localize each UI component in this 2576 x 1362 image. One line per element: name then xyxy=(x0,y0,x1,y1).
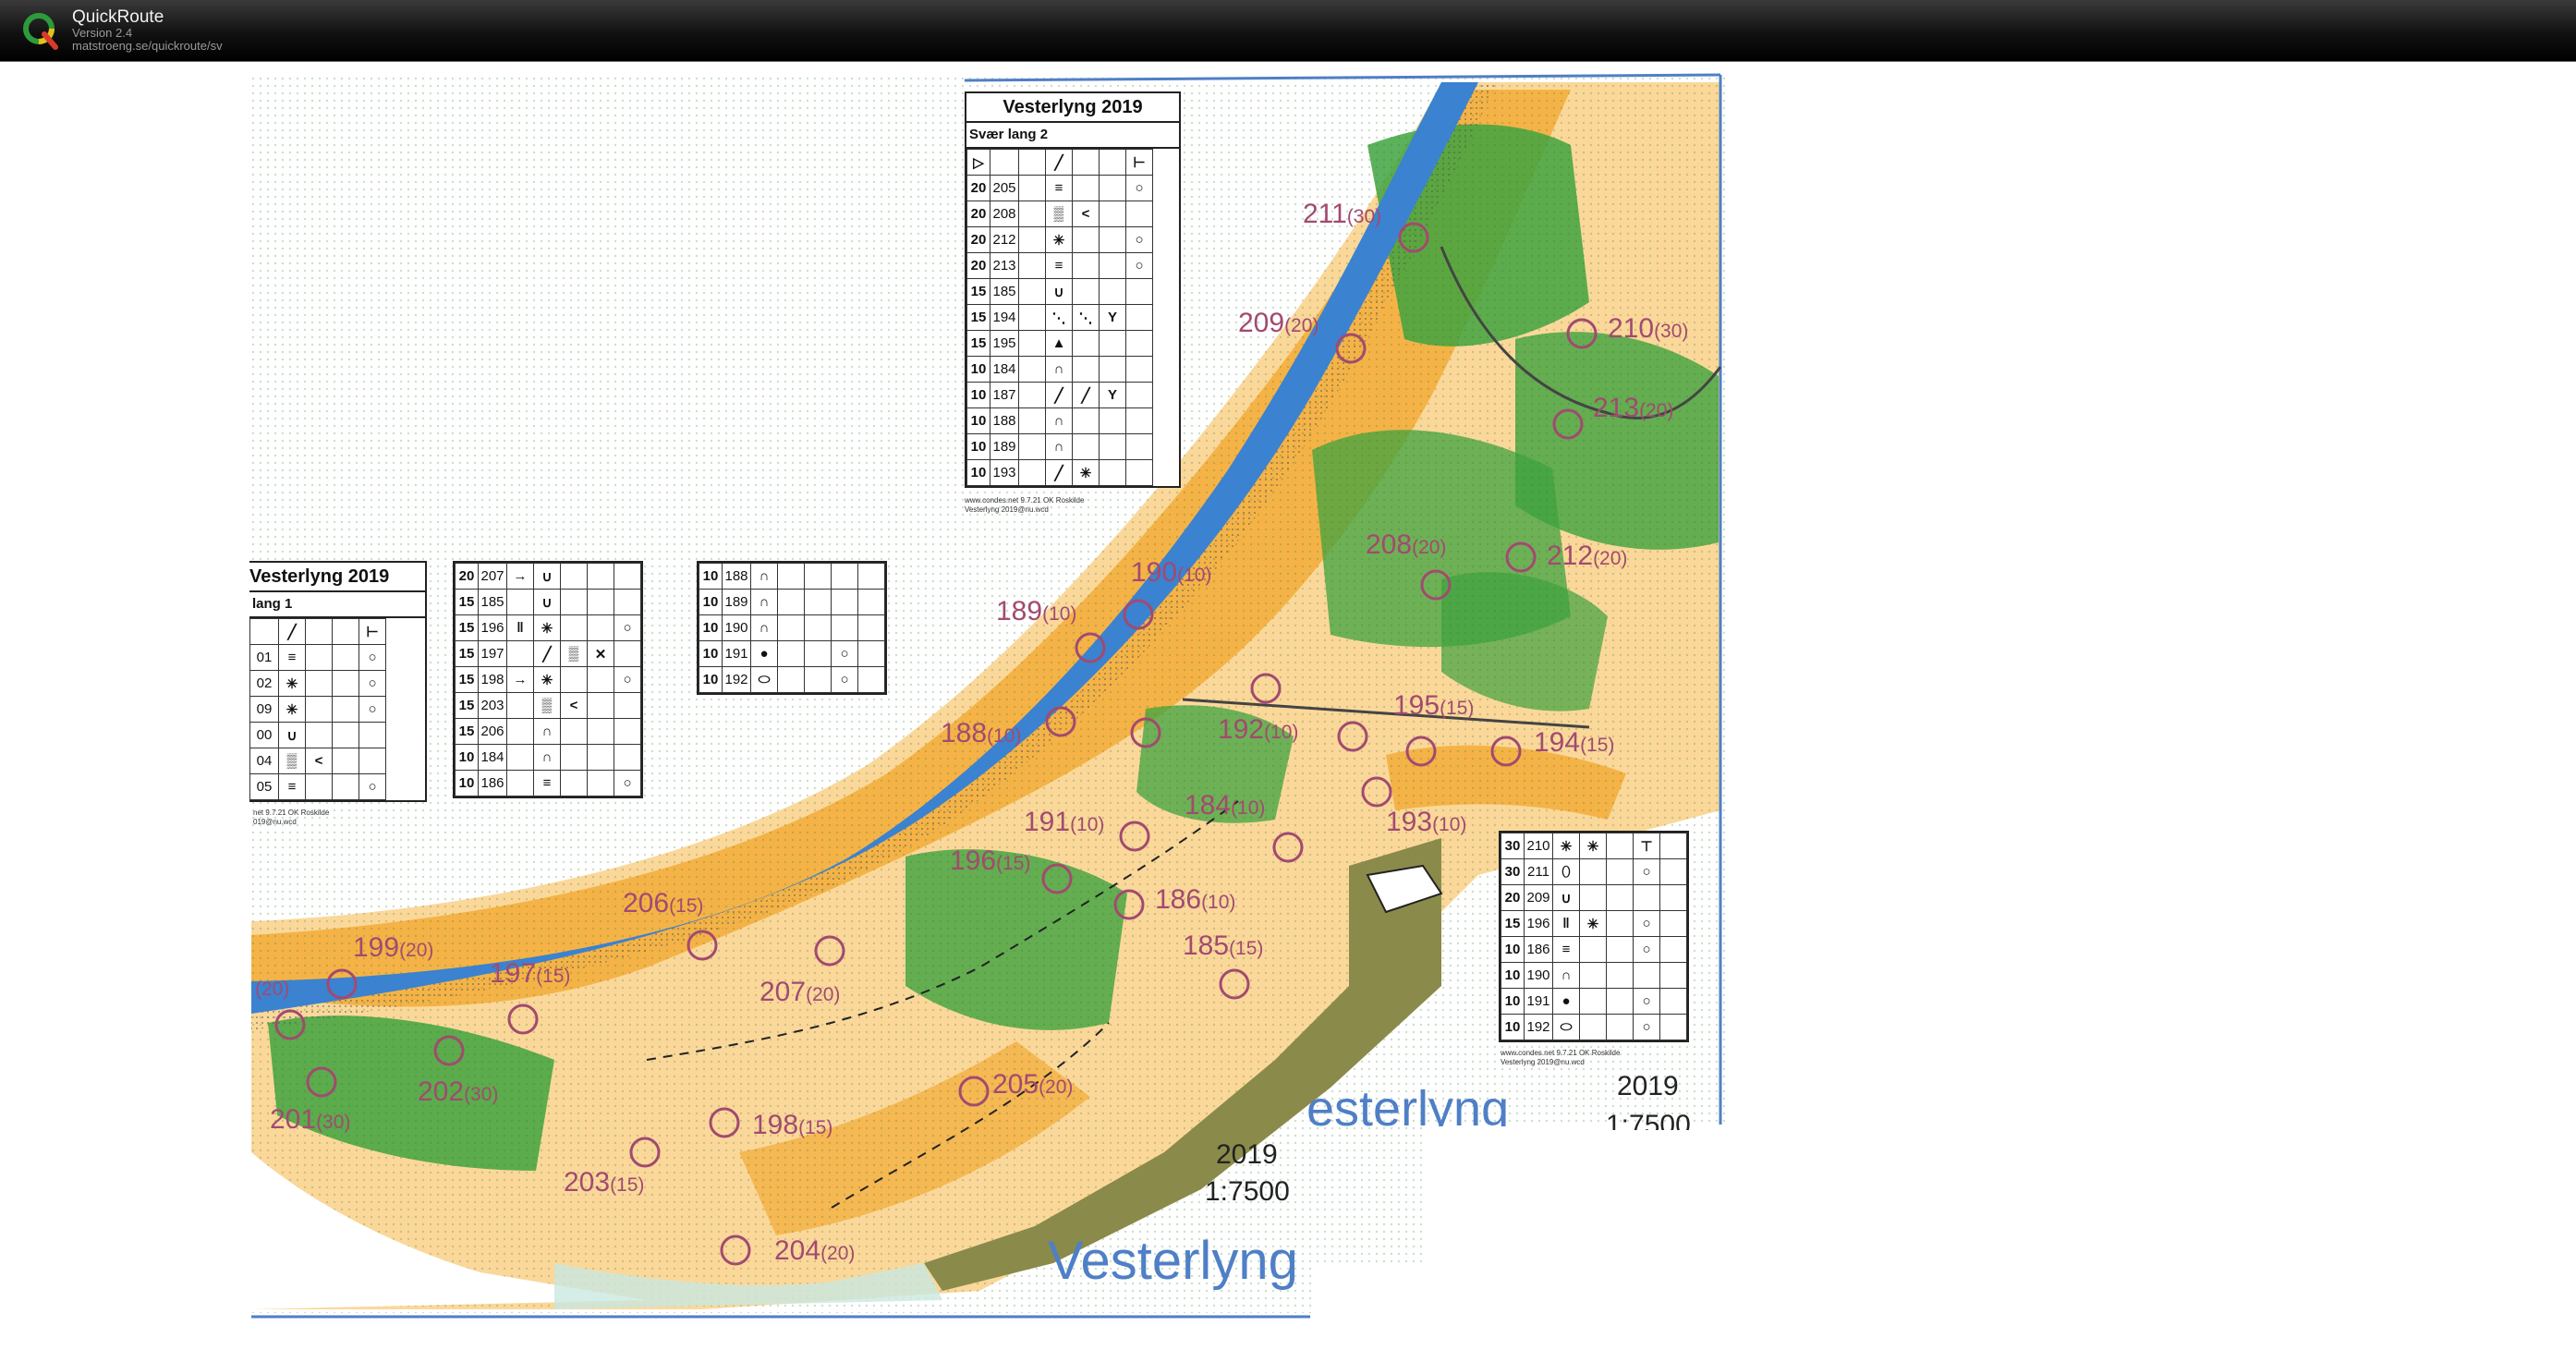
map-name-partial: esterlyng xyxy=(1306,1081,1510,1126)
table-row: 15 185 ∪ xyxy=(966,278,1153,305)
card-right-footer: www.condes.net 9.7.21 OK Roskilde Vesterl… xyxy=(1501,1049,1621,1066)
control-202: 202(30) xyxy=(418,1076,499,1107)
table-row: 15 197 ╱ ▒ ✕ xyxy=(455,640,641,667)
control-card-left-mid: 20 207 → ∪ 15 185 ∪ 15 196 ‖ ✳ ○ 15 197 ╱ ▒ ✕ 15 198 → ✳… xyxy=(453,561,643,798)
control-198: 198(15) xyxy=(752,1110,833,1140)
control-197: 197(15) xyxy=(490,958,571,989)
table-row: 10 188 ∩ xyxy=(699,563,885,590)
table-row: 10 192 ⬭ ○ xyxy=(699,666,885,693)
map-name-main: Vesterlyng xyxy=(1048,1231,1298,1291)
card-title: Vesterlyng 2019 xyxy=(966,93,1179,123)
control-212: 212(20) xyxy=(1547,541,1628,571)
table-row: 10 187 ╱ ╱ Y xyxy=(966,382,1153,408)
table-row: 20 209 ∪ xyxy=(1501,884,1687,911)
card-left-footer: net 9.7.21 OK Roskilde 019@nu.wcd xyxy=(253,809,330,826)
control-184: 184(10) xyxy=(1185,790,1266,821)
control-190: 190(10) xyxy=(1131,557,1212,588)
control-card-left-right: 10 188 ∩ 10 189 ∩ 10 190 ∩ 10 191 ● ○ 10 192 ⬭ ○ xyxy=(697,561,887,695)
control-193: 193(10) xyxy=(1386,807,1467,837)
control-185: 185(15) xyxy=(1183,930,1264,961)
table-row: 20 208 ▒ < xyxy=(966,201,1153,227)
control-201: 201(30) xyxy=(270,1104,351,1135)
control-211: 211(30) xyxy=(1303,199,1382,229)
table-row: 20 212 ✳ ○ xyxy=(966,226,1153,253)
control-207: 207(20) xyxy=(759,977,841,1007)
app-version: Version 2.4 xyxy=(72,26,133,41)
control-208: 208(20) xyxy=(1366,529,1447,560)
table-row: 10 184 ∩ xyxy=(455,744,641,771)
control-203: 203(15) xyxy=(564,1167,645,1198)
table-row: 15 206 ∩ xyxy=(455,718,641,745)
control-192: 192(10) xyxy=(1218,714,1299,745)
control-card-top: Vesterlyng 2019 Svær lang 2 ▷ ╱ ⊢ 20 205 ≡ ○ … xyxy=(965,91,1181,488)
table-row: 09 ✳ ○ xyxy=(249,696,386,723)
table-row: 15 198 → ✳ ○ xyxy=(455,666,641,693)
table-row: 15 203 ▒ < xyxy=(455,692,641,719)
card-table: 20 207 → ∪ 15 185 ∪ 15 196 ‖ ✳ ○ 15 197 ╱ ▒ ✕ 15 198 → ✳… xyxy=(455,563,641,797)
control-206: 206(15) xyxy=(623,888,704,918)
card-table: 10 188 ∩ 10 189 ∩ 10 190 ∩ 10 191 ● ○ 10 192 ⬭ ○ xyxy=(699,563,885,693)
table-row: 10 191 ● ○ xyxy=(699,640,885,667)
table-row: 05 ≡ ○ xyxy=(249,773,386,800)
control-card-right: 30 210 ✳ ✳ ⊤ 30 211 ⬯ ○ 20 209 ∪ 15 196 ‖ ✳ ○ 10 186 ≡ ○… xyxy=(1499,831,1689,1042)
control-partial: (20) xyxy=(255,979,290,1000)
table-row: 30 211 ⬯ ○ xyxy=(1501,858,1687,885)
control-card-left: Vesterlyng 2019 lang 1 ╱ ⊢ 01 ≡ ○ 02 ✳ ○ 09 ✳ ○… xyxy=(249,561,427,802)
quickroute-logo-icon xyxy=(20,10,61,51)
map-year-main: 2019 xyxy=(1216,1139,1278,1170)
table-row: 10 193 ╱ ✳ xyxy=(966,459,1153,486)
app-url: matstroeng.se/quickroute/sv xyxy=(72,38,223,53)
control-188: 188(10) xyxy=(941,718,1022,748)
table-row: 10 190 ∩ xyxy=(699,614,885,641)
table-row: 15 196 ‖ ✳ ○ xyxy=(455,614,641,641)
table-row: 30 210 ✳ ✳ ⊤ xyxy=(1501,833,1687,859)
table-row: 10 191 ● ○ xyxy=(1501,988,1687,1015)
table-row: 00 ∪ xyxy=(249,722,386,748)
control-210: 210(30) xyxy=(1608,313,1689,344)
control-209: 209(20) xyxy=(1238,308,1319,338)
app-info: QuickRoute Version 2.4 matstroeng.se/qui… xyxy=(72,8,223,52)
control-189: 189(10) xyxy=(996,596,1077,626)
card-course: lang 1 xyxy=(249,592,425,618)
control-204: 204(20) xyxy=(774,1235,856,1266)
table-row: 10 186 ≡ ○ xyxy=(1501,936,1687,963)
table-row: 15 194 ⋱ ⋱ Y xyxy=(966,304,1153,331)
control-196: 196(15) xyxy=(950,845,1031,876)
table-row: 10 186 ≡ ○ xyxy=(455,770,641,797)
table-row: 10 189 ∩ xyxy=(699,589,885,615)
control-194: 194(15) xyxy=(1534,727,1615,758)
table-row: 02 ✳ ○ xyxy=(249,670,386,697)
table-row: 15 195 ▲ xyxy=(966,330,1153,357)
control-195: 195(15) xyxy=(1393,690,1475,721)
control-213: 213(20) xyxy=(1593,393,1674,423)
table-row: 10 188 ∩ xyxy=(966,407,1153,434)
card-table: ▷ ╱ ⊢ 20 205 ≡ ○ 20 208 ▒ < 20 212 ✳ ○ 20 213 ≡ ○ 15 18… xyxy=(966,149,1153,486)
card-title: Vesterlyng 2019 xyxy=(249,563,425,592)
control-191: 191(10) xyxy=(1024,807,1105,837)
map-scale-main: 1:7500 xyxy=(1205,1176,1290,1207)
control-199: 199(20) xyxy=(353,932,434,963)
card-table: ╱ ⊢ 01 ≡ ○ 02 ✳ ○ 09 ✳ ○ 00 ∪ 04 ▒ < 05 ≡ ○ xyxy=(249,618,386,800)
table-row: 10 184 ∩ xyxy=(966,356,1153,383)
map-viewport[interactable]: 211(30) 209(20) 210(30) 213(20) 208(20) … xyxy=(0,61,2576,1362)
app-name: QuickRoute xyxy=(72,7,164,28)
table-row: 20 205 ≡ ○ xyxy=(966,175,1153,201)
table-row: 20 213 ≡ ○ xyxy=(966,252,1153,279)
title-bar: QuickRoute Version 2.4 matstroeng.se/qui… xyxy=(0,0,2576,61)
table-row: 10 190 ∩ xyxy=(1501,962,1687,989)
control-186: 186(10) xyxy=(1155,884,1236,915)
control-205: 205(20) xyxy=(992,1069,1074,1100)
card-table: 30 210 ✳ ✳ ⊤ 30 211 ⬯ ○ 20 209 ∪ 15 196 ‖ ✳ ○ 10 186 ≡ ○… xyxy=(1501,833,1687,1040)
table-row: 10 192 ⬭ ○ xyxy=(1501,1014,1687,1040)
card-top-footer: www.condes.net 9.7.21 OK Roskilde Vesterl… xyxy=(965,496,1085,514)
card-course: Svær lang 2 xyxy=(966,123,1179,149)
map-year-right: 2019 xyxy=(1617,1071,1679,1101)
table-row: 10 189 ∩ xyxy=(966,433,1153,460)
table-row: 20 207 → ∪ xyxy=(455,563,641,590)
table-row: 15 196 ‖ ✳ ○ xyxy=(1501,910,1687,937)
table-row: 04 ▒ < xyxy=(249,748,386,774)
table-row: 15 185 ∪ xyxy=(455,589,641,615)
table-row: 01 ≡ ○ xyxy=(249,644,386,671)
map-scale-right: 1:7500 xyxy=(1606,1110,1691,1130)
